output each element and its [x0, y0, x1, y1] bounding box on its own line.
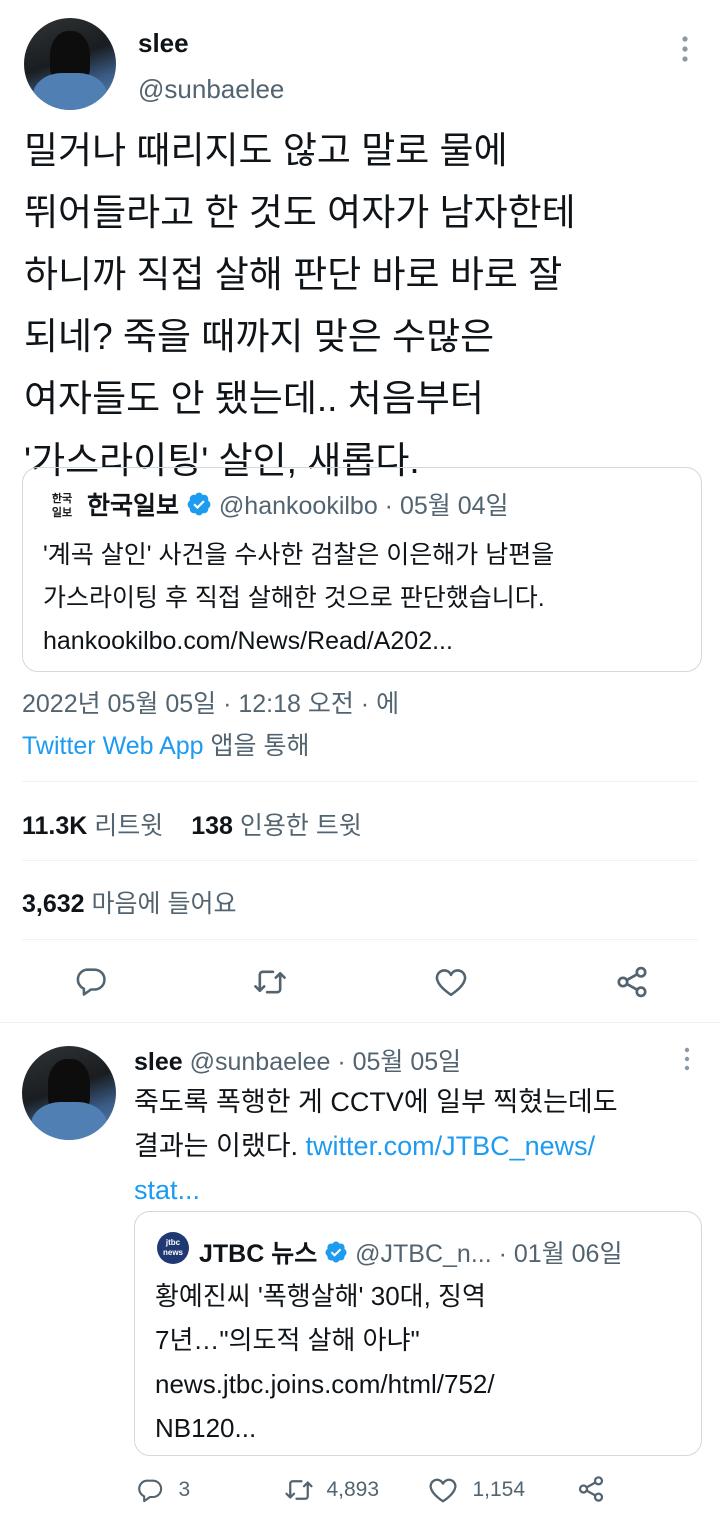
more-icon[interactable] — [678, 1046, 696, 1072]
likes-count: 3,632 — [22, 890, 85, 918]
quotes-count: 138 — [191, 812, 233, 840]
reply-handle-date[interactable]: @sunbaelee · 05월 05일 — [190, 1048, 462, 1076]
avatar[interactable] — [22, 1046, 116, 1140]
retweets-label: 리트윗 — [87, 812, 164, 840]
like-icon — [428, 1476, 458, 1504]
quoted-tweet-handle-date: @hankookilbo · 05월 04일 — [218, 492, 509, 520]
divider — [22, 939, 698, 940]
tweet-text-line: 여자들도 안 됐는데.. 처음부터 — [24, 378, 484, 419]
quoted-tweet-line: 7년…"의도적 살해 아냐" — [155, 1325, 420, 1355]
quoted-tweet-line: '계곡 살인' 사건을 수사한 검찰은 이은해가 남편을 — [43, 541, 555, 569]
author-handle[interactable]: @sunbaelee — [138, 74, 284, 105]
quoted-tweet-logo: 한국 일보 — [51, 493, 73, 519]
like-action[interactable]: 1,154 — [428, 1476, 525, 1506]
reply-text: 죽도록 폭행한 게 CCTV에 일부 찍혔는데도 결과는 이랬다. twitte… — [134, 1080, 618, 1212]
quoted-tweet-body: 황예진씨 '폭행살해' 30대, 징역 7년…"의도적 살해 아냐" news.… — [155, 1274, 495, 1450]
jtbc-logo: jtbc news — [157, 1232, 189, 1264]
retweet-icon — [284, 1476, 314, 1504]
share-icon[interactable] — [576, 1474, 606, 1504]
quoted-tweet[interactable]: 한국 일보 한국일보 @hankookilbo · 05월 04일 '계곡 살인… — [22, 467, 702, 672]
tweet-text: 밀거나 때리지도 않고 말로 물에 뛰어들라고 한 것도 여자가 남자한테 하니… — [24, 120, 576, 492]
tweet-text-line: 밀거나 때리지도 않고 말로 물에 — [24, 130, 508, 171]
likes-stat[interactable]: 3,632 마음에 들어요 — [22, 884, 236, 920]
like-count: 1,154 — [472, 1478, 526, 1501]
quoted-tweet-header: 한국일보 @hankookilbo · 05월 04일 — [87, 486, 509, 524]
reply-link[interactable]: twitter.com/JTBC_news/ — [306, 1131, 596, 1161]
quoted-tweet[interactable]: jtbc news JTBC 뉴스 @JTBC_n... · 01월 06일 황… — [134, 1211, 702, 1456]
quoted-tweet-handle-date: @JTBC_n... · 01월 06일 — [355, 1240, 623, 1268]
retweets-stat[interactable]: 11.3K 리트윗 — [22, 812, 163, 840]
quoted-tweet-line: news.jtbc.joins.com/html/752/ — [155, 1369, 495, 1399]
quoted-tweet-name: JTBC 뉴스 — [199, 1240, 318, 1268]
divider — [0, 1022, 720, 1023]
quoted-tweet-body: '계곡 살인' 사건을 수사한 검찰은 이은해가 남편을 가스라이팅 후 직접 … — [43, 534, 554, 663]
retweet-action[interactable]: 4,893 — [284, 1476, 379, 1506]
reply-action[interactable]: 3 — [136, 1476, 190, 1506]
retweets-count: 11.3K — [22, 812, 88, 840]
reply-link-continuation[interactable]: stat... — [134, 1168, 618, 1212]
quoted-tweet-line: NB120... — [155, 1413, 257, 1443]
reply-icon — [136, 1476, 164, 1504]
likes-label: 마음에 들어요 — [84, 890, 237, 918]
quoted-tweet-header: JTBC 뉴스 @JTBC_n... · 01월 06일 — [199, 1234, 622, 1271]
retweet-count: 4,893 — [326, 1478, 380, 1501]
reply-display-name[interactable]: slee — [134, 1048, 183, 1076]
more-icon[interactable] — [674, 34, 696, 64]
tweet-text-line: 되네? 죽을 때까지 맞은 수많은 — [24, 316, 495, 357]
quoted-tweet-line: 황예진씨 '폭행살해' 30대, 징역 — [155, 1281, 486, 1311]
retweet-quote-stats: 11.3K 리트윗 138 인용한 트윗 — [22, 806, 362, 842]
reply-count: 3 — [178, 1478, 191, 1501]
reply-text-line: 죽도록 폭행한 게 CCTV에 일부 찍혔는데도 — [134, 1087, 618, 1117]
avatar[interactable] — [24, 18, 116, 110]
like-icon[interactable] — [434, 966, 468, 998]
quotes-stat[interactable]: 138 인용한 트윗 — [191, 812, 362, 840]
reply-text-line: 결과는 이랬다. twitter.com/JTBC_news/ — [134, 1124, 618, 1168]
retweet-icon[interactable] — [252, 966, 288, 998]
verified-icon — [186, 491, 212, 524]
tweet-text-line: 하니까 직접 살해 판단 바로 바로 잘 — [24, 254, 563, 295]
reply-text-fragment: 결과는 이랬다. — [134, 1131, 306, 1161]
reply-icon[interactable] — [74, 964, 108, 998]
quoted-tweet-line: hankookilbo.com/News/Read/A202... — [43, 627, 453, 655]
quoted-tweet-line: 가스라이팅 후 직접 살해한 것으로 판단했습니다. — [43, 584, 545, 612]
divider — [22, 860, 698, 861]
source-link[interactable]: Twitter Web App — [22, 732, 204, 760]
author-display-name[interactable]: slee — [138, 28, 189, 59]
reply-header: slee @sunbaelee · 05월 05일 — [134, 1042, 461, 1078]
tweet-timestamp[interactable]: 2022년 05월 05일 · 12:18 오전 · 에 — [22, 684, 399, 720]
verified-icon — [324, 1240, 348, 1271]
quoted-tweet-name: 한국일보 — [87, 492, 180, 520]
share-icon[interactable] — [614, 964, 650, 1000]
quotes-label: 인용한 트윗 — [232, 812, 362, 840]
tweet-text-line: 뛰어들라고 한 것도 여자가 남자한테 — [24, 192, 576, 233]
tweet-source: Twitter Web App 앱을 통해 — [22, 726, 309, 762]
source-suffix: 앱을 통해 — [203, 732, 310, 760]
divider — [22, 781, 698, 782]
